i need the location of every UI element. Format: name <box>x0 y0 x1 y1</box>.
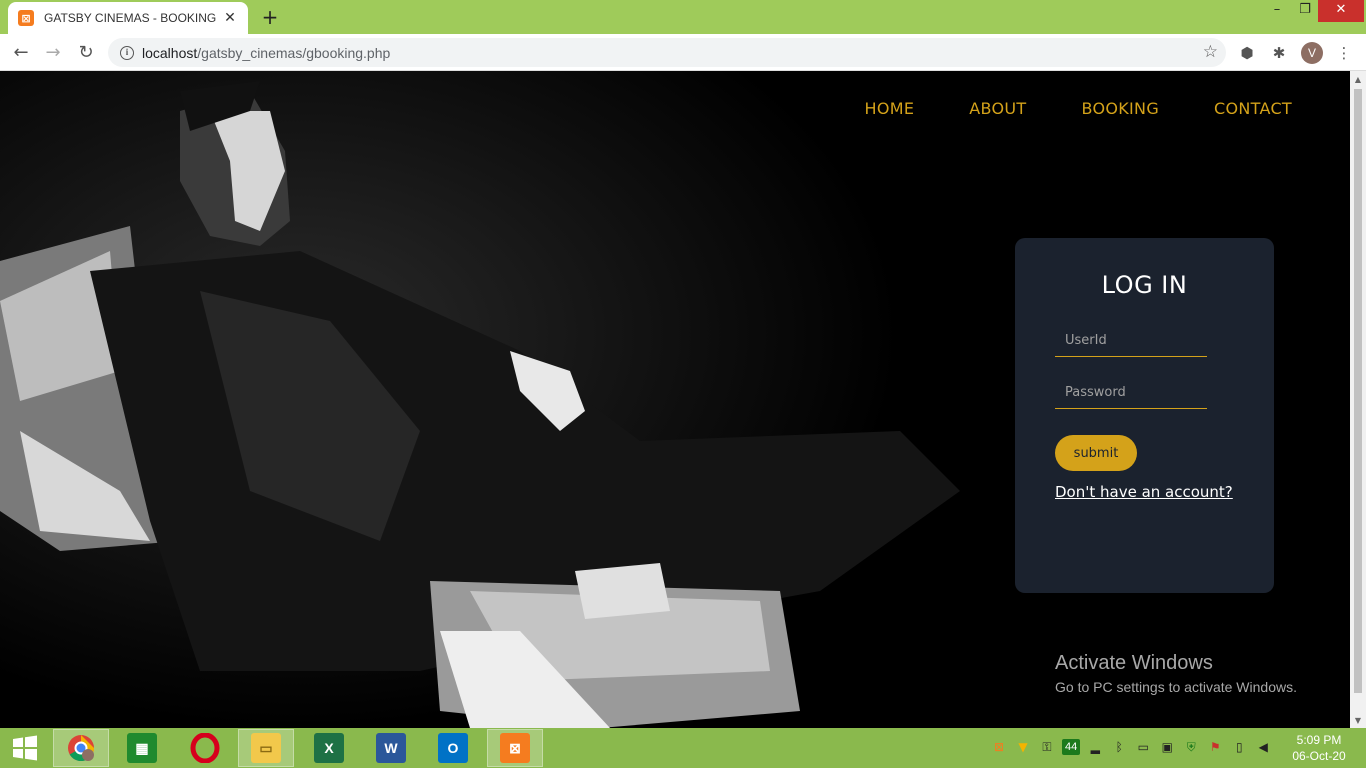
nav-contact-link[interactable]: CONTACT <box>1214 99 1292 118</box>
taskbar-excel[interactable]: X <box>301 729 357 767</box>
opera-icon <box>190 733 220 763</box>
scrollbar-thumb[interactable] <box>1354 89 1362 693</box>
login-title: LOG IN <box>1101 271 1188 299</box>
browser-toolbar: ← → ↻ i localhost/gatsby_cinemas/gbookin… <box>0 34 1366 71</box>
tab-strip: ⊠ GATSBY CINEMAS - BOOKING ✕ + – ❐ ✕ <box>0 0 1366 34</box>
clock-time: 5:09 PM <box>1296 733 1342 747</box>
windows-logo-icon <box>13 735 37 761</box>
userid-input[interactable] <box>1055 325 1207 357</box>
volume-tray-icon[interactable]: ◀ <box>1254 738 1272 756</box>
reload-icon[interactable]: ↻ <box>73 40 99 66</box>
store-icon: ▦ <box>127 733 157 763</box>
chrome-icon <box>68 735 95 762</box>
outlook-icon: O <box>438 733 468 763</box>
nav-home-link[interactable]: HOME <box>864 99 914 118</box>
xampp-icon: ⊠ <box>500 733 530 763</box>
network-tray-icon[interactable]: ▼ <box>1014 738 1032 756</box>
battery-tray-icon[interactable]: ▯ <box>1230 738 1248 756</box>
windows-taskbar: ▦ ▭ X W O ⊠ ⊠ ▼ ⚿ 44 ▂ ᛒ ▭ ▣ ⛨ ⚑ ▯ ◀ 5:0… <box>0 728 1366 768</box>
taskbar-xampp[interactable]: ⊠ <box>487 729 543 767</box>
xampp-tray-icon[interactable]: ⊠ <box>990 738 1008 756</box>
taskbar-word[interactable]: W <box>363 729 419 767</box>
extensions-puzzle-icon[interactable]: ✱ <box>1268 42 1290 64</box>
watermark-title: Activate Windows <box>1055 652 1213 674</box>
bluetooth-tray-icon[interactable]: ᛒ <box>1110 738 1128 756</box>
url-text: localhost/gatsby_cinemas/gbooking.php <box>142 45 390 61</box>
signal-tray-icon[interactable]: ▂ <box>1086 738 1104 756</box>
hero-background-image <box>0 71 1000 728</box>
clock-date: 06-Oct-20 <box>1292 749 1346 763</box>
taskbar-store[interactable]: ▦ <box>114 729 170 767</box>
restore-button[interactable]: ❐ <box>1290 0 1320 22</box>
signup-link[interactable]: Don't have an account? <box>1055 483 1233 501</box>
submit-button[interactable]: submit <box>1055 435 1137 471</box>
site-info-icon[interactable]: i <box>120 45 134 60</box>
security-shield-tray-icon[interactable]: ⛨ <box>1182 738 1200 756</box>
folder-icon: ▭ <box>251 733 281 763</box>
page-viewport: HOME ABOUT BOOKING CONTACT LOG IN submit… <box>0 71 1350 728</box>
taskbar-opera[interactable] <box>177 729 233 767</box>
xampp-favicon-icon: ⊠ <box>18 10 34 26</box>
excel-icon: X <box>314 733 344 763</box>
forward-icon[interactable]: → <box>40 40 66 66</box>
start-button[interactable] <box>0 729 50 767</box>
url-path: /gatsby_cinemas/gbooking.php <box>197 44 391 61</box>
taskbar-chrome[interactable] <box>53 729 109 767</box>
tab-title: GATSBY CINEMAS - BOOKING <box>44 11 217 25</box>
menu-kebab-icon[interactable]: ⋮ <box>1333 42 1355 64</box>
url-host: localhost <box>142 44 198 61</box>
nav-booking-link[interactable]: BOOKING <box>1081 99 1159 118</box>
site-nav: HOME ABOUT BOOKING CONTACT <box>864 99 1292 118</box>
taskbar-file-explorer[interactable]: ▭ <box>238 729 294 767</box>
login-panel: LOG IN submit Don't have an account? <box>1015 238 1274 593</box>
new-tab-button[interactable]: + <box>258 5 282 29</box>
word-icon: W <box>376 733 406 763</box>
minimize-button[interactable]: – <box>1262 0 1292 22</box>
activate-windows-watermark: Activate Windows Go to PC settings to ac… <box>1055 652 1297 695</box>
vertical-scrollbar[interactable]: ▲ ▼ <box>1350 71 1366 728</box>
nav-about-link[interactable]: ABOUT <box>969 99 1026 118</box>
profile-avatar[interactable]: V <box>1301 42 1323 64</box>
password-input[interactable] <box>1055 377 1207 409</box>
taskbar-outlook[interactable]: O <box>425 729 481 767</box>
taskbar-clock[interactable]: 5:09 PM 06-Oct-20 <box>1288 732 1350 764</box>
display-tray-icon[interactable]: ▭ <box>1134 738 1152 756</box>
tray-badge[interactable]: 44 <box>1062 739 1081 755</box>
shield-extension-icon[interactable]: ⬢ <box>1236 42 1258 64</box>
address-bar[interactable]: i localhost/gatsby_cinemas/gbooking.php … <box>108 38 1226 67</box>
monitor-tray-icon[interactable]: ▣ <box>1158 738 1176 756</box>
scroll-down-arrow-icon[interactable]: ▼ <box>1354 716 1362 725</box>
tab-close-icon[interactable]: ✕ <box>222 10 238 26</box>
flag-tray-icon[interactable]: ⚑ <box>1206 738 1224 756</box>
system-tray: ⊠ ▼ ⚿ 44 ▂ ᛒ ▭ ▣ ⛨ ⚑ ▯ ◀ <box>990 738 1272 756</box>
scroll-up-arrow-icon[interactable]: ▲ <box>1354 75 1362 84</box>
browser-tab[interactable]: ⊠ GATSBY CINEMAS - BOOKING ✕ <box>8 2 248 34</box>
lock-tray-icon[interactable]: ⚿ <box>1038 738 1056 756</box>
watermark-subtitle: Go to PC settings to activate Windows. <box>1055 679 1297 695</box>
bookmark-star-icon[interactable]: ☆ <box>1203 42 1218 62</box>
back-icon[interactable]: ← <box>8 40 34 66</box>
window-close-button[interactable]: ✕ <box>1318 0 1364 22</box>
